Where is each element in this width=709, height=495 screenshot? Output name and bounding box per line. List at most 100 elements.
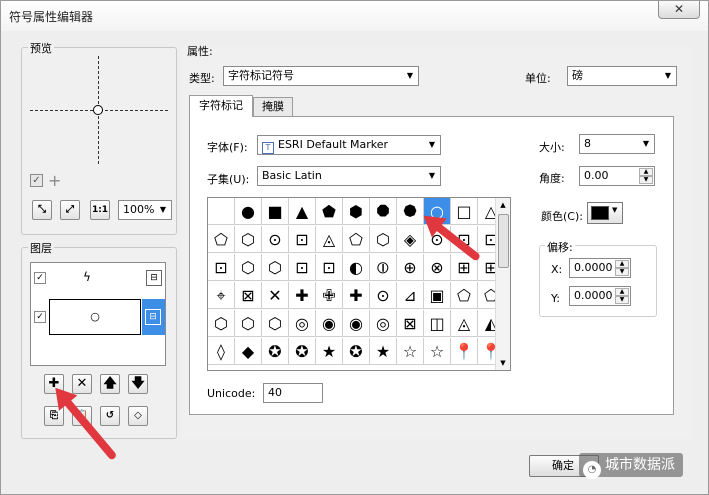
glyph-cell[interactable]: ⊗ xyxy=(424,254,451,281)
glyph-cell[interactable]: ⬡ xyxy=(262,310,289,337)
glyph-cell[interactable]: ☆ xyxy=(424,338,451,365)
preview-checkbox[interactable]: ✓ xyxy=(30,174,43,187)
spin-down-icon[interactable]: ▼ xyxy=(615,296,629,304)
glyph-cell[interactable]: ◉ xyxy=(343,310,370,337)
glyph-cell[interactable]: ◬ xyxy=(451,310,478,337)
glyph-cell[interactable]: ▲ xyxy=(289,198,316,225)
glyph-cell[interactable]: ◆ xyxy=(235,338,262,365)
glyph-cell[interactable]: ⊡ xyxy=(208,254,235,281)
spin-up-icon[interactable]: ▲ xyxy=(615,288,629,296)
glyph-cell[interactable]: ✪ xyxy=(262,338,289,365)
glyph-cell[interactable]: ⬡ xyxy=(370,226,397,253)
glyph-cell[interactable]: ⬡ xyxy=(235,310,262,337)
glyph-cell[interactable]: ⦶ xyxy=(370,254,397,281)
font-type-icon: T xyxy=(262,142,274,154)
unit-select[interactable]: 磅 ▼ xyxy=(567,66,677,86)
glyph-cell[interactable]: ⬡ xyxy=(235,226,262,253)
color-picker-button[interactable]: ▼ xyxy=(587,202,623,224)
glyph-cell[interactable]: ⬠ xyxy=(343,226,370,253)
offset-y-spinner[interactable]: 0.0000 ▲ ▼ xyxy=(569,286,631,306)
glyph-cell[interactable]: ⊿ xyxy=(397,282,424,309)
glyph-cell[interactable]: ✚ xyxy=(289,282,316,309)
layer-1-checkbox[interactable]: ✓ xyxy=(34,272,46,284)
glyph-cell[interactable]: ⯃ xyxy=(370,198,397,225)
lock-icon[interactable]: ⊟ xyxy=(146,270,162,286)
glyph-cell[interactable]: ◫ xyxy=(424,310,451,337)
glyph-cell[interactable]: ⬠ xyxy=(208,226,235,253)
size-select[interactable]: 8 ▼ xyxy=(579,134,655,154)
glyph-cell[interactable]: ⬡ xyxy=(235,254,262,281)
spin-up-icon[interactable]: ▲ xyxy=(615,260,629,268)
glyph-cell[interactable]: ⊠ xyxy=(235,282,262,309)
glyph-cell[interactable] xyxy=(208,198,235,225)
tab-mask[interactable]: 掩膜 xyxy=(253,97,293,117)
layer-row-1[interactable]: ✓ ϟ ⊟ xyxy=(31,267,165,291)
glyph-cell[interactable]: ⊙ xyxy=(262,226,289,253)
type-select[interactable]: 字符标记符号 ▼ xyxy=(223,66,419,86)
tag-icon[interactable]: ◇ xyxy=(128,406,148,426)
spin-down-icon[interactable]: ▼ xyxy=(615,268,629,276)
actual-size-icon[interactable]: 1:1 xyxy=(90,200,110,220)
glyph-cell[interactable]: ⊡ xyxy=(289,254,316,281)
glyph-cell[interactable]: ◎ xyxy=(289,310,316,337)
glyph-cell[interactable]: ● xyxy=(235,198,262,225)
glyph-cell[interactable]: ✪ xyxy=(343,338,370,365)
glyph-cell[interactable]: ⊙ xyxy=(370,282,397,309)
fit-extent-icon[interactable]: ⤢ xyxy=(60,200,80,220)
glyph-cell[interactable]: ★ xyxy=(316,338,343,365)
glyph-cell[interactable]: ✪ xyxy=(289,338,316,365)
glyph-cell[interactable]: ⬟ xyxy=(316,198,343,225)
reset-icon[interactable]: ↺ xyxy=(100,406,120,426)
glyph-cell[interactable]: ■ xyxy=(262,198,289,225)
glyph-cell[interactable]: ⬠ xyxy=(451,282,478,309)
glyph-cell[interactable]: ◈ xyxy=(397,226,424,253)
move-up-button[interactable]: 🡅 xyxy=(100,374,120,394)
subset-select[interactable]: Basic Latin ▼ xyxy=(257,166,441,186)
glyph-cell[interactable]: ◊ xyxy=(208,338,235,365)
glyph-grid-scrollbar[interactable]: ▲ ▼ xyxy=(495,198,510,370)
glyph-cell[interactable]: ▣ xyxy=(424,282,451,309)
glyph-cell[interactable]: ★ xyxy=(370,338,397,365)
scroll-down-icon[interactable]: ▼ xyxy=(496,356,510,370)
layer-row-2[interactable]: ✓ ○ ⊟ xyxy=(31,299,165,335)
lock-icon: ⊟ xyxy=(145,309,161,325)
glyph-cell[interactable]: □ xyxy=(451,198,478,225)
zoom-in-icon[interactable]: ⤡ xyxy=(32,200,52,220)
glyph-cell[interactable]: ⊠ xyxy=(397,310,424,337)
delete-layer-button[interactable]: ✕ xyxy=(72,374,92,394)
glyph-cell[interactable]: ⊡ xyxy=(316,254,343,281)
offset-label: 偏移: xyxy=(545,239,575,255)
tab-character-marker[interactable]: 字符标记 xyxy=(189,95,253,117)
glyph-cell[interactable]: ⊕ xyxy=(397,254,424,281)
glyph-cell[interactable]: ⬢ xyxy=(343,198,370,225)
glyph-cell[interactable]: ⬡ xyxy=(208,310,235,337)
glyph-cell[interactable]: ◐ xyxy=(343,254,370,281)
glyph-cell[interactable]: ☆ xyxy=(397,338,424,365)
glyph-cell[interactable]: ⌖ xyxy=(208,282,235,309)
unicode-input[interactable]: 40 xyxy=(263,383,323,403)
offset-x-spinner[interactable]: 0.0000 ▲ ▼ xyxy=(569,258,631,278)
glyph-grid[interactable]: ●■▲⬟⬢⯃⯄○□△⬠⬡⊙⊡◬⬠⬡◈⊙⊡⊡⊡⬡⬡⊡⊡◐⦶⊕⊗⊞⊞⌖⊠✕✚✙✚⊙⊿… xyxy=(207,197,511,371)
glyph-cell[interactable]: ◎ xyxy=(370,310,397,337)
glyph-cell[interactable]: ⊡ xyxy=(289,226,316,253)
move-down-button[interactable]: 🡇 xyxy=(128,374,148,394)
offset-x-value: 0.0000 xyxy=(574,261,613,274)
spin-up-icon[interactable]: ▲ xyxy=(639,168,653,176)
glyph-cell[interactable]: ✙ xyxy=(316,282,343,309)
layer-2-lock-cell[interactable]: ⊟ xyxy=(142,299,165,335)
glyph-cell[interactable]: ◬ xyxy=(316,226,343,253)
scroll-up-icon[interactable]: ▲ xyxy=(496,198,510,212)
glyph-cell[interactable]: ✚ xyxy=(343,282,370,309)
glyph-cell[interactable]: ✕ xyxy=(262,282,289,309)
unicode-label: Unicode: xyxy=(207,387,256,400)
layer-2-checkbox[interactable]: ✓ xyxy=(34,311,46,323)
glyph-cell[interactable]: ⬡ xyxy=(262,254,289,281)
scroll-thumb[interactable] xyxy=(498,214,509,268)
preview-zoom-select[interactable]: 100% ▼ xyxy=(118,200,172,220)
angle-spinner[interactable]: 0.00 ▲ ▼ xyxy=(579,166,655,186)
glyph-cell[interactable]: ◉ xyxy=(316,310,343,337)
font-select[interactable]: T ESRI Default Marker ▼ xyxy=(257,135,441,155)
spin-down-icon[interactable]: ▼ xyxy=(639,176,653,184)
close-button[interactable]: ✕ xyxy=(658,1,700,19)
glyph-cell[interactable]: 📍 xyxy=(451,338,478,365)
